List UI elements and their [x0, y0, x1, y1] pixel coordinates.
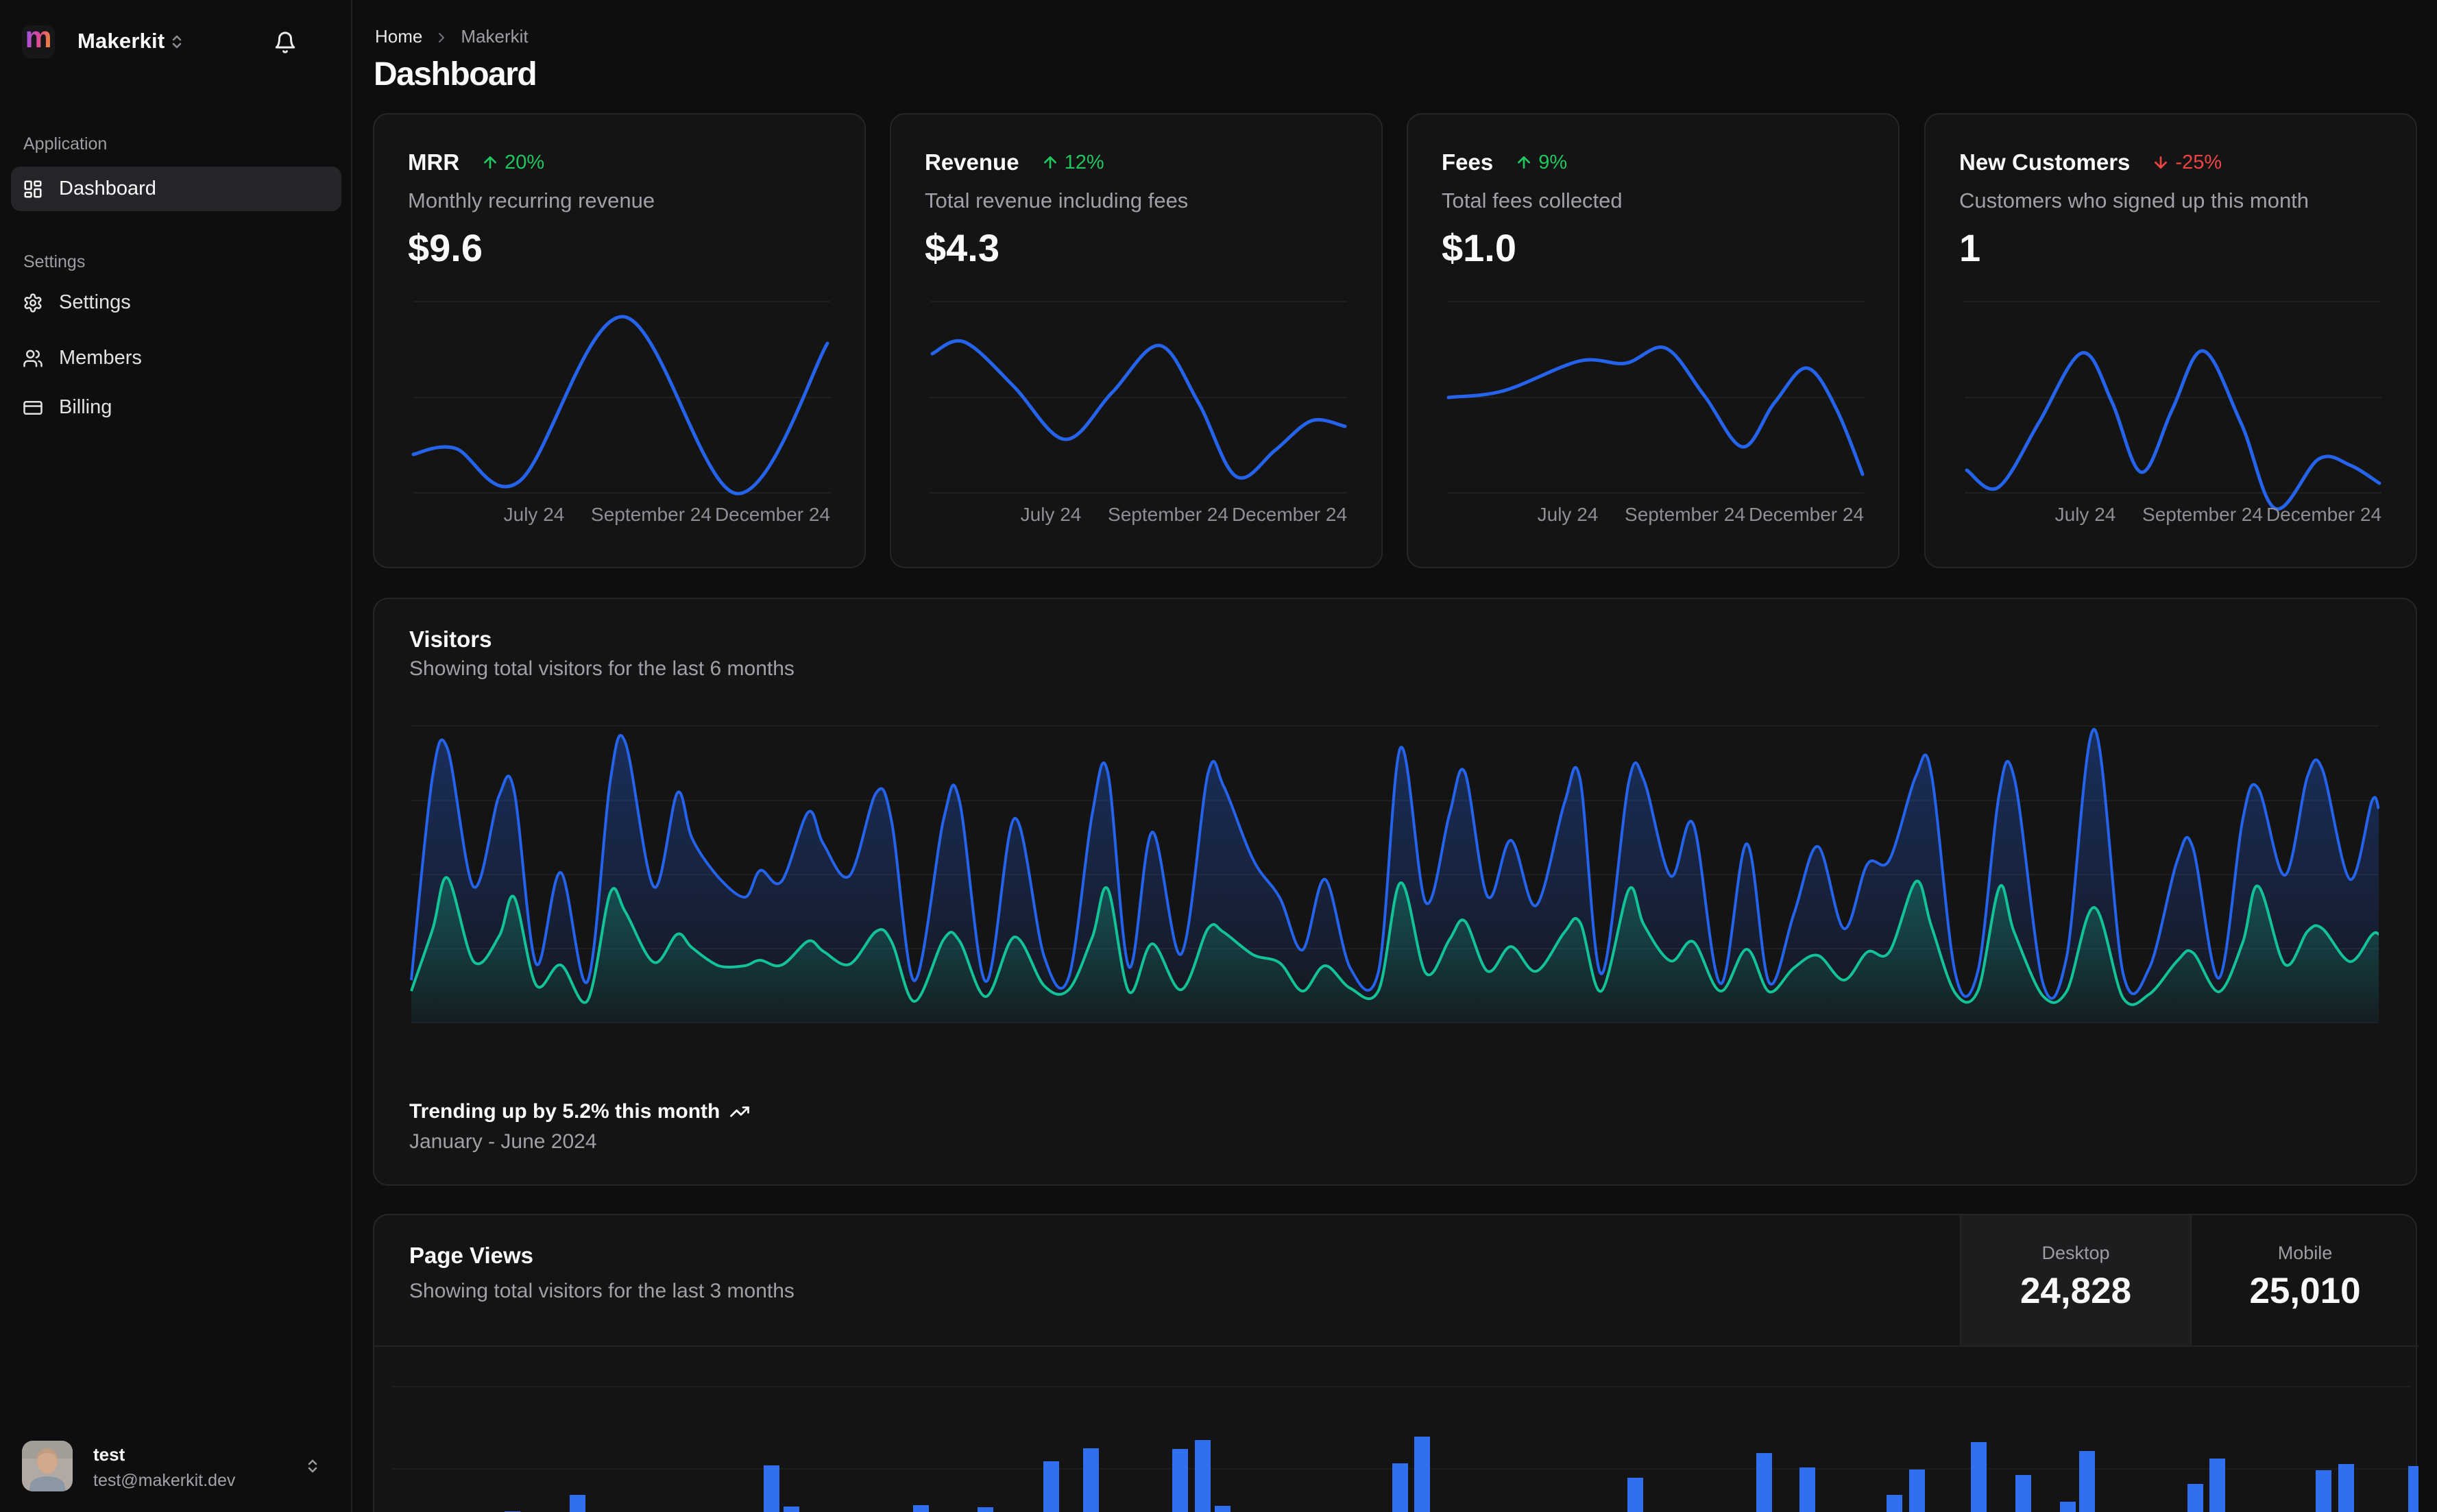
- svg-text:December 24: December 24: [2266, 504, 2381, 525]
- svg-text:September 24: September 24: [1108, 504, 1228, 525]
- svg-text:December 24: December 24: [715, 504, 830, 525]
- svg-text:September 24: September 24: [591, 504, 712, 525]
- svg-text:July 24: July 24: [1021, 504, 1082, 525]
- svg-text:December 24: December 24: [1749, 504, 1864, 525]
- svg-text:July 24: July 24: [504, 504, 565, 525]
- svg-text:September 24: September 24: [1625, 504, 1745, 525]
- svg-text:September 24: September 24: [2142, 504, 2263, 525]
- svg-text:December 24: December 24: [1232, 504, 1347, 525]
- svg-text:July 24: July 24: [2055, 504, 2116, 525]
- svg-text:July 24: July 24: [1538, 504, 1599, 525]
